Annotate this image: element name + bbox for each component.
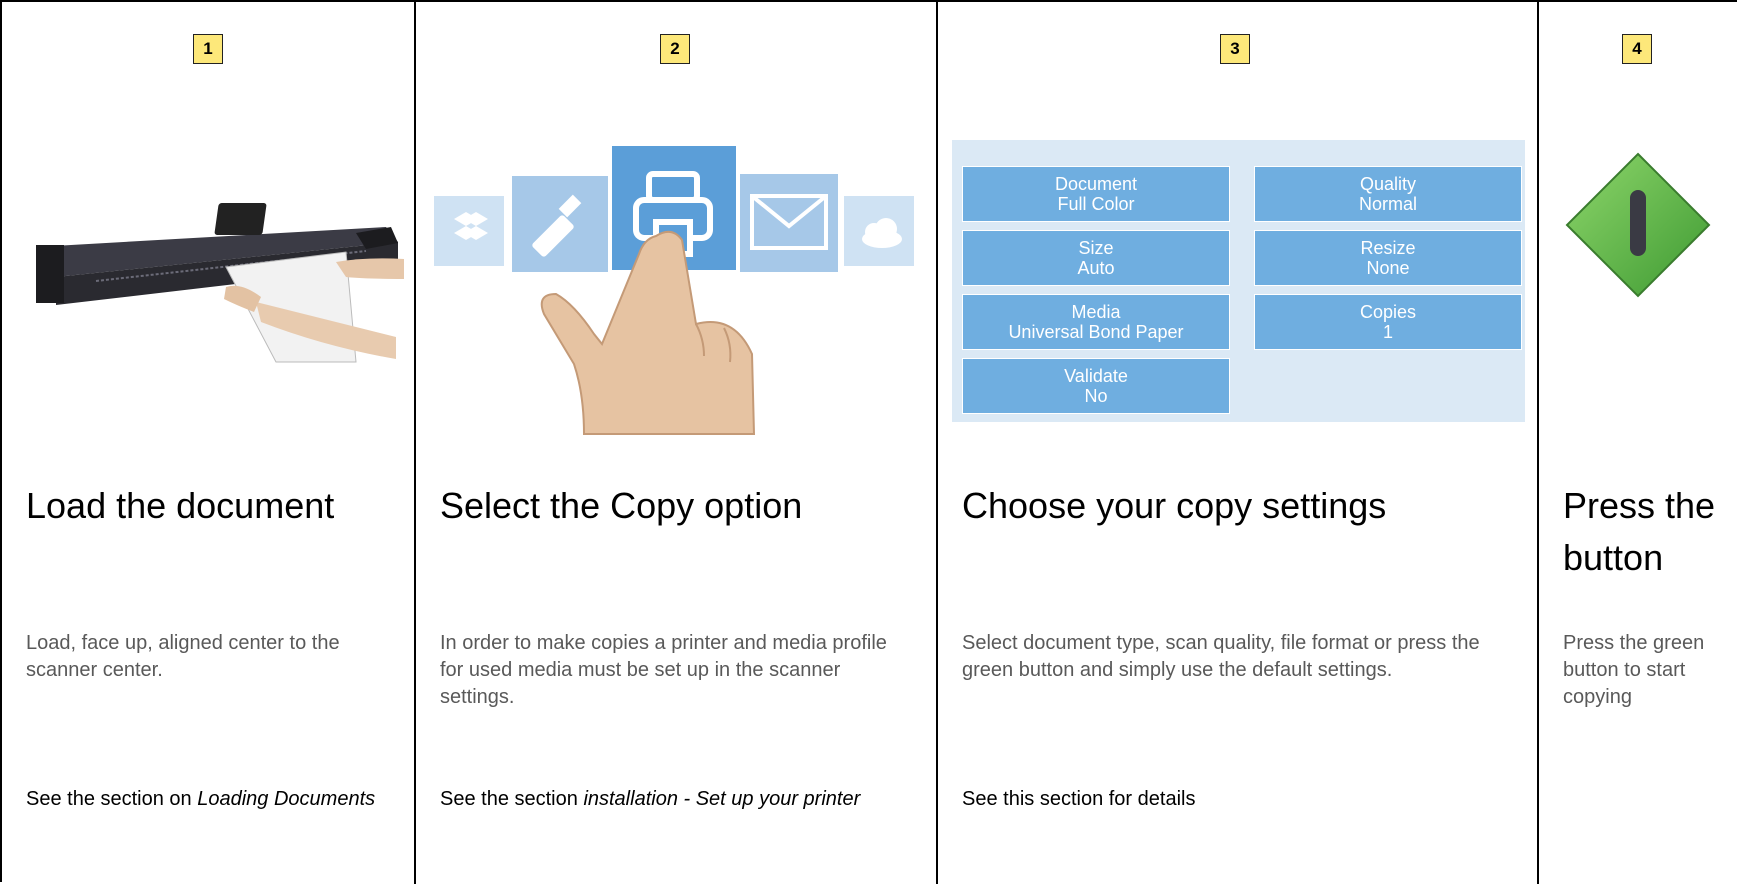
step-description: In order to make copies a printer and me… [440, 632, 887, 708]
step-description: Select document type, scan quality, file… [962, 632, 1480, 681]
setting-validate[interactable]: Validate No [962, 358, 1230, 414]
step-number-badge: 1 [193, 34, 223, 64]
usb-icon [512, 176, 608, 272]
step-number-badge: 4 [1622, 34, 1652, 64]
step-reference: See this section for details [962, 786, 1512, 813]
setting-media[interactable]: Media Universal Bond Paper [962, 294, 1230, 350]
copy-option-illustration [434, 146, 914, 435]
setting-size[interactable]: Size Auto [962, 230, 1230, 286]
step-description: Load, face up, aligned center to the sca… [26, 632, 340, 681]
copy-settings-panel: Document Full Color Quality Normal Size … [952, 140, 1525, 422]
reference-link[interactable]: Loading Documents [197, 788, 375, 810]
setting-copies[interactable]: Copies 1 [1254, 294, 1522, 350]
email-icon [740, 174, 838, 272]
green-start-button-icon [1565, 152, 1711, 298]
setting-resize[interactable]: Resize None [1254, 230, 1522, 286]
step-description: Press the green button to start copying [1563, 632, 1705, 708]
cloud-icon [844, 196, 914, 266]
setting-document[interactable]: Document Full Color [962, 166, 1230, 222]
scanner-image [36, 203, 404, 363]
dropbox-icon [434, 196, 504, 266]
step-title: Choose your copy settings [962, 485, 1387, 526]
step-column-4: 4 Press the button Press the green butto… [1539, 2, 1737, 884]
step-title: Load the document [26, 485, 335, 526]
step-reference: See the section installation - Set up yo… [440, 786, 880, 813]
reference-prefix: See the section [440, 788, 584, 810]
reference-prefix: See this section for details [962, 788, 1196, 810]
step-title: Select the Copy option [440, 485, 803, 526]
step-reference: See the section on Loading Documents [26, 786, 386, 813]
step-number-badge: 3 [1220, 34, 1250, 64]
step-column-2: 2 Select the Copy option In order to mak… [416, 2, 938, 884]
step-column-3: 3 Document Full Color Quality Normal Siz… [938, 2, 1539, 884]
reference-link[interactable]: installation - Set up your printer [583, 788, 860, 810]
step-column-1: 1 Load the document Load, face up, align… [2, 2, 416, 884]
steps-table: 1 Load the document Load, face up, align… [0, 0, 1737, 884]
step-title: Press the button [1563, 485, 1716, 578]
reference-prefix: See the section on [26, 788, 198, 810]
step-number-badge: 2 [660, 34, 690, 64]
setting-quality[interactable]: Quality Normal [1254, 166, 1522, 222]
